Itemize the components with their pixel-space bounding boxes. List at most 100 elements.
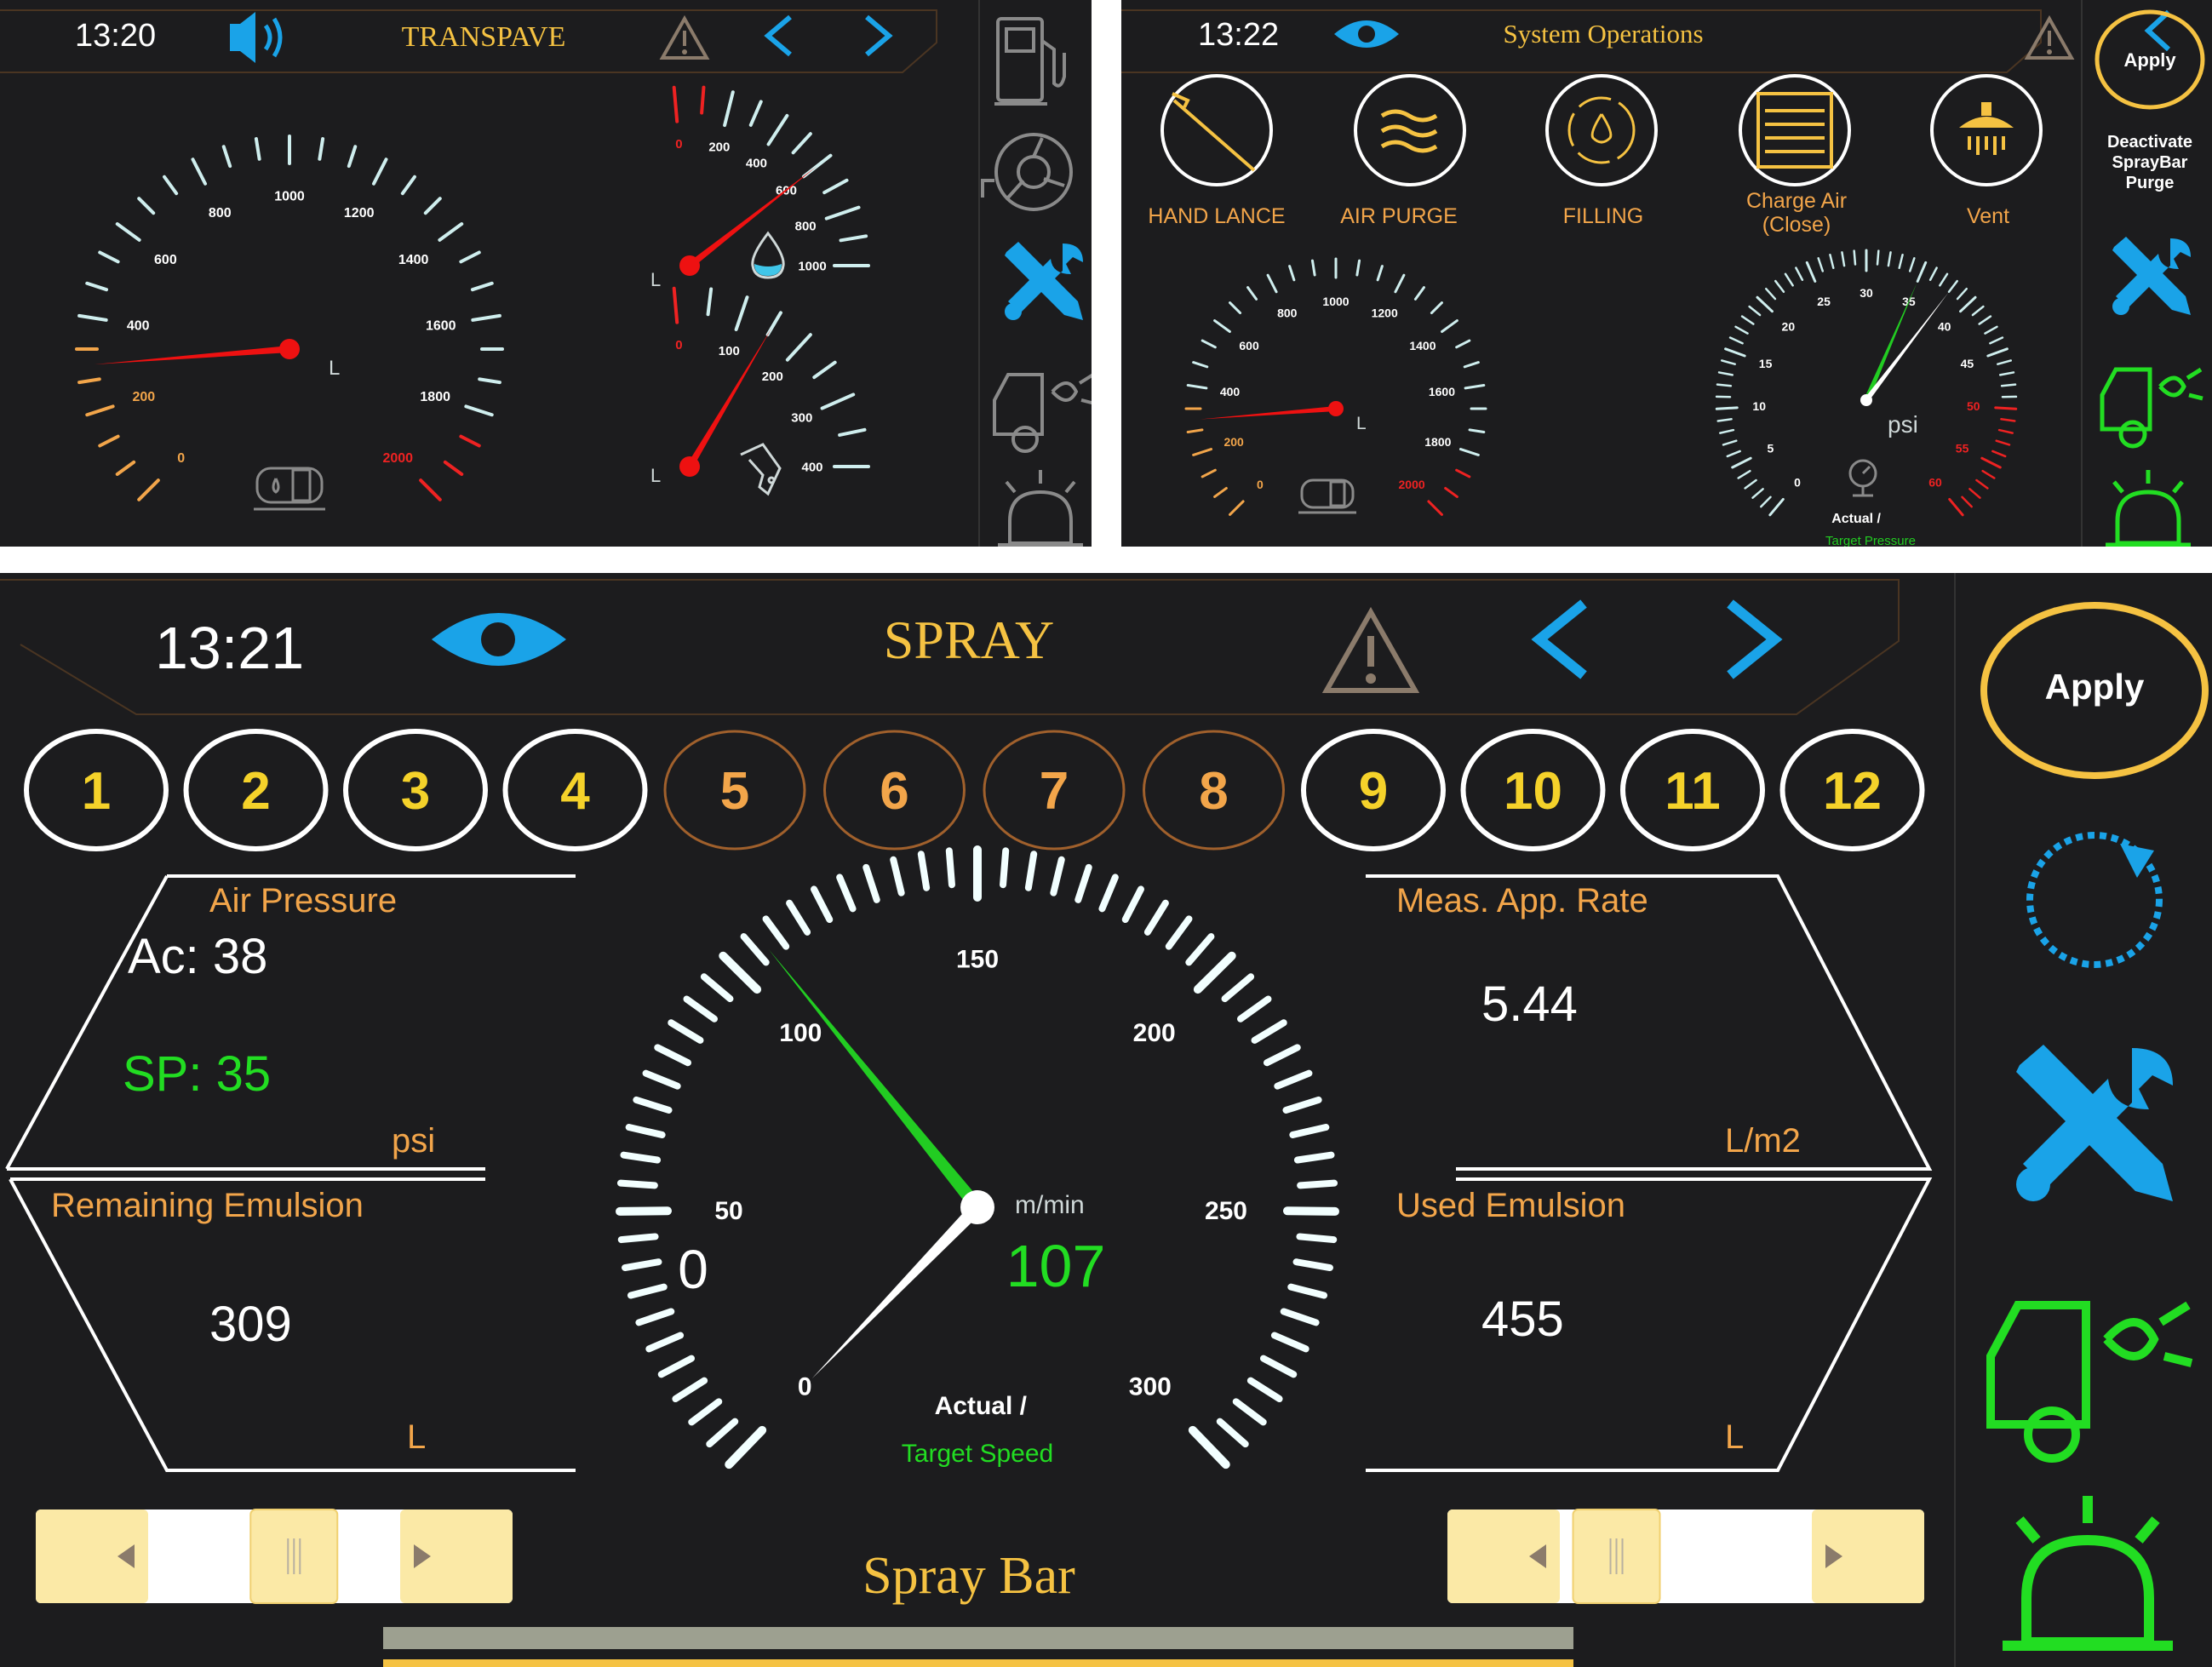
gauge-tick	[1185, 933, 1215, 966]
speaker-icon[interactable]	[230, 12, 283, 63]
gauge-tick-label: 0	[675, 338, 682, 352]
gauge-tick	[1774, 279, 1785, 294]
beacon-icon[interactable]	[998, 470, 1083, 547]
nozzle-button-12[interactable]: 12	[1779, 729, 1925, 851]
beacon-icon[interactable]	[2003, 1496, 2173, 1651]
truck-light-icon[interactable]	[993, 373, 1092, 453]
gauge-tick	[254, 137, 261, 161]
gauge-tick	[633, 1096, 673, 1114]
gauge-tick	[672, 85, 679, 123]
gauge-tick	[1229, 500, 1245, 516]
gauge-tick	[1458, 448, 1480, 456]
fuel-pump-icon[interactable]	[994, 17, 1066, 106]
truck-light-icon[interactable]	[1986, 1301, 2193, 1463]
nozzle-button-6[interactable]: 6	[823, 730, 966, 851]
warning-icon[interactable]	[2024, 14, 2075, 60]
warning-icon[interactable]	[1321, 606, 1420, 693]
nozzle-button-4[interactable]: 4	[502, 729, 648, 851]
gauge-tick-label: 5	[1768, 441, 1774, 455]
gauge-tick	[890, 856, 905, 897]
actual-speed-value: 0	[678, 1239, 708, 1300]
refresh-icon[interactable]	[2026, 832, 2163, 968]
nozzle-button-1[interactable]: 1	[24, 729, 169, 851]
nozzle-button-8[interactable]: 8	[1143, 730, 1285, 851]
beacon-icon[interactable]	[2106, 470, 2191, 547]
chevron-right-icon[interactable]	[865, 14, 893, 57]
chevron-left-icon[interactable]	[764, 14, 792, 57]
nozzle-button-11[interactable]: 11	[1620, 729, 1765, 851]
gauge-tick	[1000, 847, 1010, 889]
gauge-tick	[635, 1308, 675, 1326]
nozzle-button-10[interactable]: 10	[1460, 729, 1606, 851]
gauge-tick-label: 1600	[1429, 385, 1455, 398]
gauge-tick	[1282, 1096, 1322, 1114]
deactivate-spraybar-purge-button[interactable]: Deactivate SprayBar Purge	[2107, 133, 2192, 192]
eye-icon[interactable]	[1334, 20, 1399, 48]
tank-icon	[254, 467, 325, 511]
chevron-left-icon[interactable]	[1531, 599, 1587, 679]
chevron-left-icon[interactable]	[2144, 9, 2171, 52]
gauge-tick	[1760, 496, 1772, 508]
gauge-tick	[786, 899, 811, 936]
gauge-tick	[1297, 1179, 1338, 1189]
gauge-tick-label: 50	[714, 1197, 742, 1225]
gauge-needle	[94, 346, 290, 365]
nozzle-button-9[interactable]: 9	[1301, 729, 1446, 851]
gauge-tick	[700, 85, 706, 115]
nozzle-button-7[interactable]: 7	[983, 730, 1126, 851]
filling-button[interactable]	[1545, 74, 1658, 186]
apply-button[interactable]: Apply	[1980, 602, 2209, 779]
gauge-tick	[1376, 265, 1384, 282]
gauge-tick	[616, 1206, 673, 1216]
right-slider[interactable]	[1447, 1509, 1924, 1604]
gauge-tick-label: 10	[1752, 399, 1766, 413]
nozzle-row: 1 2 3 4 5 6 7 8 9 10 11 12	[24, 729, 1925, 851]
tools-icon[interactable]	[1005, 242, 1083, 320]
gauge-tick	[1188, 1425, 1230, 1469]
gauge-tick	[824, 205, 861, 221]
air-purge-button[interactable]	[1354, 74, 1466, 186]
gauge-tick-label: 1800	[1424, 435, 1451, 449]
gauge-tick	[1748, 305, 1762, 317]
gauge-tick	[839, 234, 868, 243]
turbo-icon[interactable]	[981, 133, 1073, 211]
clock: 13:20	[75, 18, 156, 54]
gauge-tick	[1232, 1398, 1267, 1426]
vent-button[interactable]	[1930, 74, 2043, 186]
gauge-tick	[1186, 383, 1208, 390]
gauge-tick	[1463, 361, 1480, 369]
nozzle-button-3[interactable]: 3	[343, 729, 488, 851]
gauge-tick	[822, 178, 849, 195]
gauge-tick	[672, 286, 679, 324]
gauge-tick	[1740, 315, 1755, 325]
gauge-tick	[1898, 253, 1904, 270]
hand-lance-button[interactable]	[1160, 74, 1273, 186]
gauge-tick-label: 400	[801, 460, 822, 474]
tools-icon[interactable]	[2112, 237, 2191, 315]
gauge-tick	[137, 197, 156, 215]
tools-icon[interactable]	[2016, 1045, 2173, 1201]
gauge-needle	[687, 166, 817, 269]
app-rate-value: 5.44	[1481, 977, 1578, 1032]
gauge-tick	[734, 295, 749, 332]
truck-light-icon[interactable]	[2100, 367, 2203, 449]
chevron-right-icon[interactable]	[1727, 599, 1783, 679]
gauge-tick	[1764, 287, 1777, 301]
eye-icon[interactable]	[432, 613, 566, 666]
target-speed-value: 107	[1006, 1233, 1106, 1299]
gauge-tick	[1724, 347, 1746, 358]
charge-air-button[interactable]	[1739, 74, 1851, 186]
left-slider[interactable]	[36, 1509, 513, 1604]
gauge-tick	[1143, 899, 1169, 936]
gauge-tick	[740, 933, 770, 966]
nozzle-button-2[interactable]: 2	[183, 729, 329, 851]
nozzle-button-5[interactable]: 5	[663, 730, 806, 851]
gauge-tick	[700, 973, 734, 1003]
gauge-tick-label: 55	[1956, 441, 1969, 455]
gauge-hub	[279, 339, 300, 359]
warning-icon[interactable]	[659, 14, 710, 60]
gauge-tick	[459, 250, 481, 264]
gauge-tick	[85, 281, 109, 292]
gauge-tick-label: 50	[1967, 399, 1980, 413]
gauge-tick	[683, 995, 719, 1023]
